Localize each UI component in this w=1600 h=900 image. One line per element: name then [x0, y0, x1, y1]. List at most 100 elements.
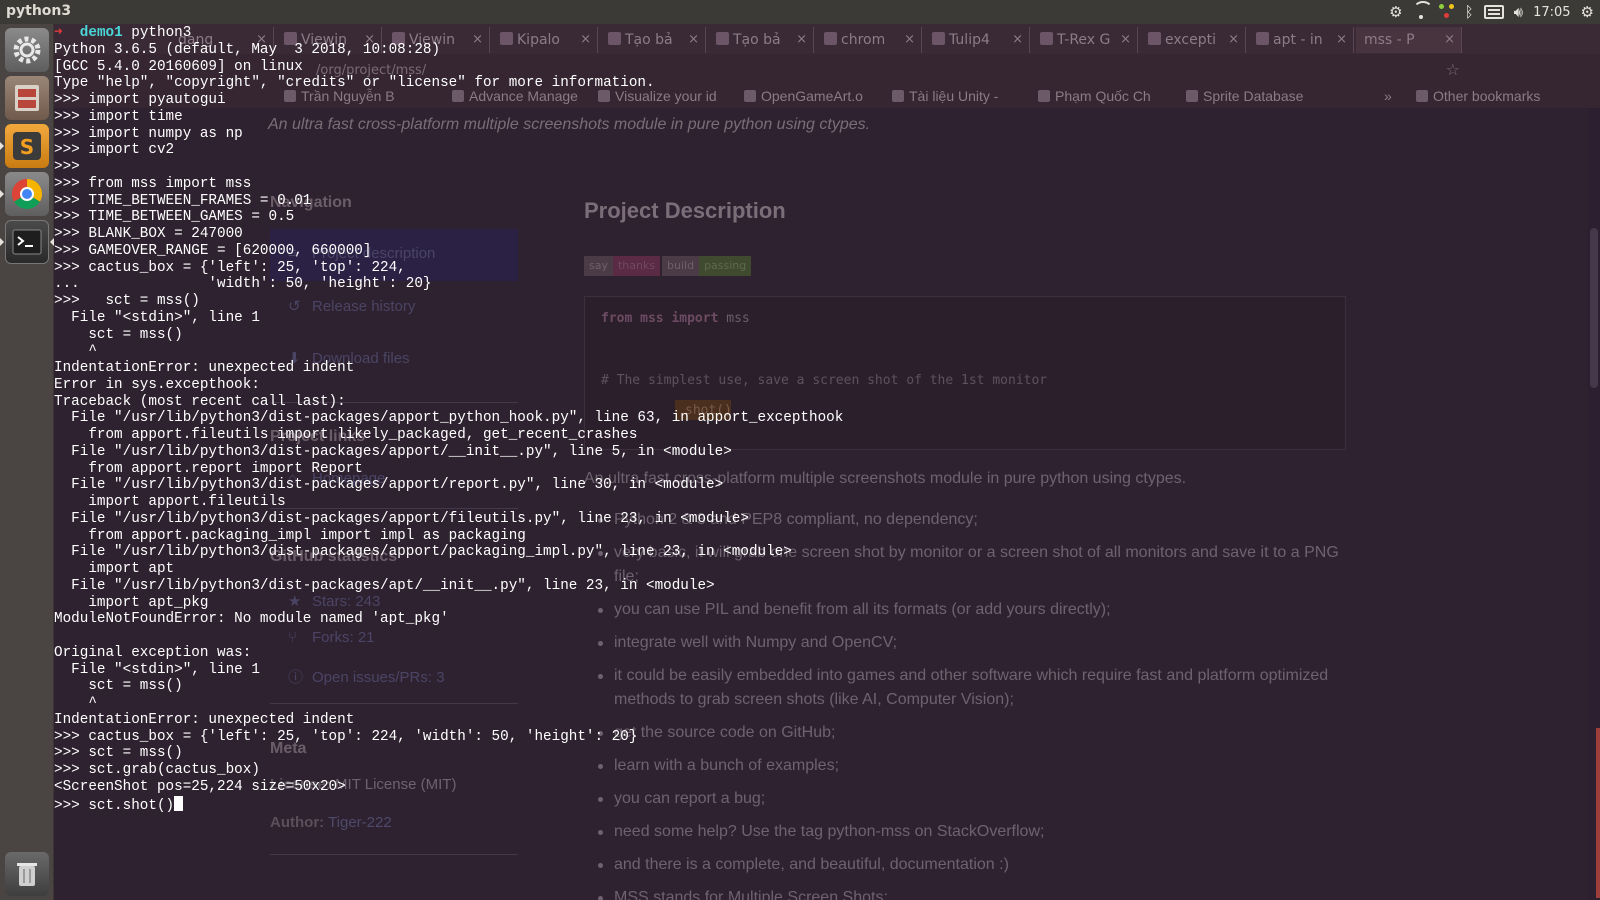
launcher-system-settings[interactable] — [5, 28, 49, 72]
tab-label: mss - P — [1364, 32, 1415, 48]
browser-tab-active[interactable]: mss - P × — [1356, 27, 1462, 53]
scrollbar-accent — [1596, 728, 1600, 898]
launcher-terminal[interactable] — [5, 220, 49, 264]
close-icon[interactable]: × — [1336, 32, 1347, 47]
terminal-line: File "/usr/lib/python3/dist-packages/app… — [54, 544, 792, 561]
power-gear-icon[interactable]: ⚙ — [1581, 3, 1594, 21]
svg-text:S: S — [20, 135, 34, 159]
terminal-line: File "<stdin>", line 1 — [54, 309, 260, 326]
chrome-icon — [11, 179, 43, 210]
text-cursor — [174, 795, 184, 811]
tab-label: excepti — [1165, 32, 1216, 48]
volume-icon[interactable]: 🔊︎ — [1514, 3, 1523, 21]
terminal-line: >>> sct = mss() — [54, 293, 200, 309]
terminal-line: Error in sys.excepthook: — [54, 376, 260, 393]
terminal-window[interactable]: ➜ demo1 python3 Python 3.6.5 (default, M… — [54, 25, 1054, 845]
file-cabinet-icon — [15, 85, 39, 111]
sidebar-divider — [270, 854, 518, 855]
tab-label: apt - in — [1273, 32, 1323, 48]
terminal-line: import apport.fileutils — [54, 494, 286, 510]
bookmark-label: Phạm Quốc Ch — [1055, 88, 1151, 104]
wifi-icon[interactable] — [1412, 1, 1433, 19]
folder-icon — [1416, 90, 1428, 102]
prompt-directory: demo1 — [79, 25, 123, 41]
browser-tab[interactable]: apt - in × — [1248, 27, 1354, 53]
close-icon[interactable]: × — [1444, 32, 1455, 47]
focused-indicator — [50, 238, 54, 246]
terminal-line: File "/usr/lib/python3/dist-packages/app… — [54, 410, 844, 427]
terminal-line: >>> TIME_BETWEEN_FRAMES = 0.01 — [54, 192, 312, 209]
terminal-line: File "/usr/lib/python3/dist-packages/app… — [54, 477, 724, 494]
terminal-line: import apt — [54, 561, 175, 577]
list-item: MSS stands for Multiple Screen Shots; — [584, 886, 1364, 900]
terminal-line: >>> TIME_BETWEEN_GAMES = 0.5 — [54, 209, 295, 226]
terminal-line: >>> sct = mss() — [54, 745, 183, 762]
running-indicator — [0, 142, 4, 150]
terminal-line: from apport.packaging_impl import impl a… — [54, 527, 526, 544]
terminal-line: >>> from mss import mss — [54, 175, 252, 192]
terminal-input-line[interactable]: >>> sct.shot() — [54, 795, 1054, 814]
prompt-command: python3 — [122, 25, 192, 41]
terminal-line: IndentationError: unexpected indent — [54, 360, 355, 376]
top-panel: python3 ⚙ ᛒ 🔊︎ 17:05 ⚙ — [0, 0, 1600, 24]
close-icon[interactable]: × — [1228, 32, 1239, 47]
system-settings-icon — [13, 36, 41, 64]
other-bookmarks[interactable]: Other bookmarks — [1416, 88, 1540, 104]
settings-gear-icon[interactable]: ⚙ — [1389, 3, 1402, 21]
bookmark-star-icon[interactable]: ☆ — [1446, 60, 1460, 80]
terminal-line: from apport.fileutils import likely_pack… — [54, 427, 638, 443]
launcher: S — [0, 24, 54, 900]
terminal-icon — [12, 229, 42, 255]
terminal-line: >>> import pyautogui — [54, 92, 226, 108]
terminal-line: ModuleNotFoundError: No module named 'ap… — [54, 611, 449, 628]
bluetooth-icon[interactable]: ᛒ — [1465, 3, 1474, 21]
tab-favicon-icon — [1256, 32, 1269, 45]
terminal-line: sct = mss() — [54, 678, 183, 695]
launcher-trash[interactable] — [5, 852, 49, 896]
terminal-line: IndentationError: unexpected indent — [54, 711, 355, 728]
terminal-line: <ScreenShot pos=25,224 size=50x20> — [54, 778, 346, 795]
terminal-line: >>> import time — [54, 108, 183, 125]
sublime-text-icon: S — [13, 132, 41, 160]
terminal-line: File "/usr/lib/python3/dist-packages/app… — [54, 443, 732, 460]
terminal-current-command: >>> sct.shot() — [54, 797, 175, 814]
network-shield-icon[interactable] — [1438, 4, 1455, 20]
bookmark-item[interactable]: Sprite Database — [1186, 88, 1303, 104]
clock[interactable]: 17:05 — [1533, 5, 1570, 20]
terminal-line: Traceback (most recent call last): — [54, 393, 346, 410]
mail-icon[interactable] — [1483, 5, 1504, 19]
terminal-line: sct = mss() — [54, 326, 183, 343]
bookmarks-overflow[interactable]: » — [1384, 88, 1392, 104]
page-scrollbar[interactable] — [1588, 108, 1600, 900]
terminal-line: >>> GAMEOVER_RANGE = [620000, 660000] — [54, 242, 372, 259]
browser-tab[interactable]: excepti × — [1140, 27, 1246, 53]
system-tray: ⚙ ᛒ 🔊︎ 17:05 ⚙ — [1389, 1, 1594, 22]
terminal-prompt-line: ➜ demo1 python3 — [54, 25, 1054, 42]
bookmark-label: Other bookmarks — [1433, 88, 1541, 104]
running-indicator — [0, 238, 4, 246]
active-app-title: python3 — [6, 3, 72, 19]
bookmark-favicon-icon — [1186, 90, 1198, 102]
terminal-output: Python 3.6.5 (default, May 3 2018, 10:08… — [54, 42, 1054, 796]
trash-icon — [17, 863, 37, 886]
terminal-line: import apt_pkg — [54, 594, 209, 611]
launcher-sublime-text[interactable]: S — [5, 124, 49, 168]
terminal-line: >>> import numpy as np — [54, 125, 243, 142]
terminal-line: >>> sct.grab(cactus_box) — [54, 762, 260, 778]
prompt-arrow-icon: ➜ — [54, 25, 63, 41]
terminal-line: ... 'width': 50, 'height': 20} — [54, 276, 432, 293]
close-icon[interactable]: × — [1120, 32, 1131, 47]
terminal-line: Original exception was: — [54, 644, 252, 661]
terminal-line: >>> cactus_box = {'left': 25, 'top': 224… — [54, 728, 638, 745]
terminal-line: File "<stdin>", line 1 — [54, 661, 260, 678]
tab-label: T-Rex G — [1057, 32, 1111, 48]
launcher-files[interactable] — [5, 76, 49, 120]
bookmark-item[interactable]: Phạm Quốc Ch — [1038, 88, 1151, 104]
terminal-line: Python 3.6.5 (default, May 3 2018, 10:08… — [54, 41, 441, 58]
bookmark-label: Sprite Database — [1203, 88, 1304, 104]
terminal-line: Type "help", "copyright", "credits" or "… — [54, 75, 655, 92]
launcher-chrome[interactable] — [5, 172, 49, 216]
terminal-line: >>> cactus_box = {'left': 25, 'top': 224… — [54, 259, 406, 276]
scrollbar-thumb[interactable] — [1590, 228, 1598, 388]
